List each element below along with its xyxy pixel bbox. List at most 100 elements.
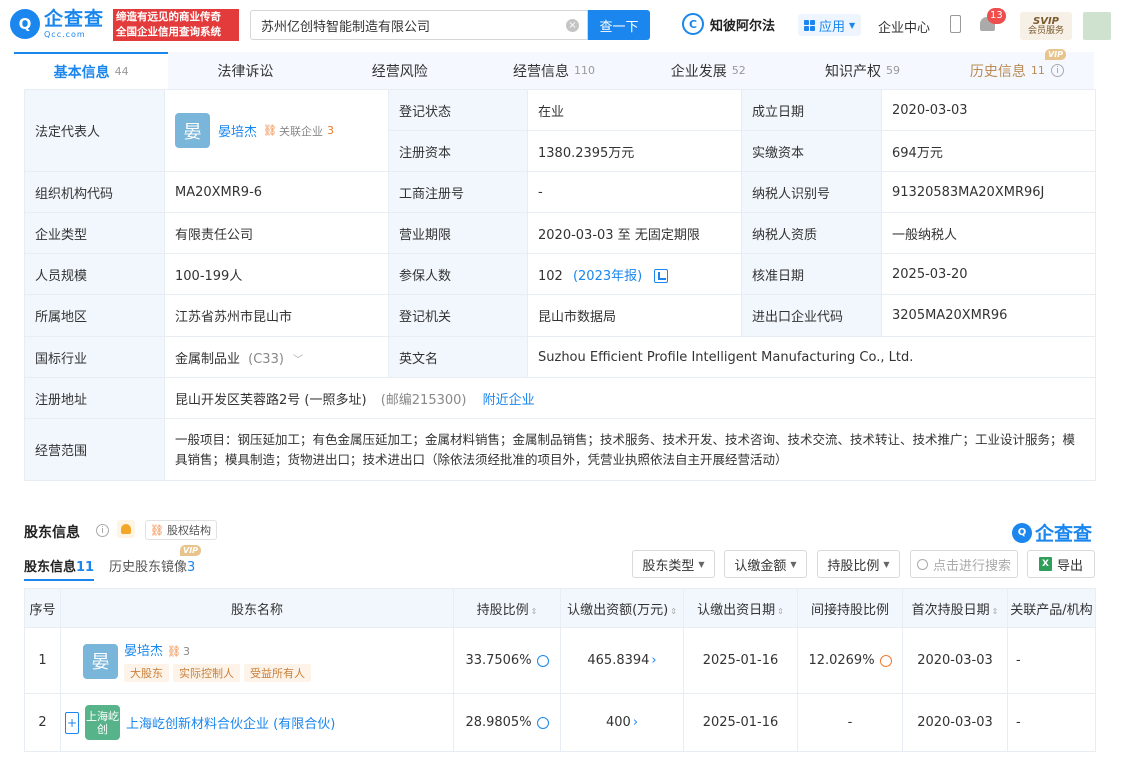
svip-button[interactable]: SVIP 会员服务	[1020, 12, 1072, 40]
shareholder-avatar[interactable]: 晏	[83, 643, 118, 679]
shareholder-name[interactable]: 上海屹创新材料合伙企业 (有限合伙)	[126, 717, 335, 732]
penetration-icon[interactable]	[879, 654, 892, 667]
col-subscribed[interactable]: 认缴出资额(万元) ⇕	[560, 588, 684, 628]
tab-label: 企业发展	[670, 63, 727, 80]
tab-label: 经营信息	[512, 63, 569, 80]
col-indirect: 间接持股比例	[797, 588, 903, 628]
tab-label: 历史信息	[969, 63, 1026, 80]
tab-count: 59	[886, 64, 901, 77]
shareholders-table: 序号 股东名称 持股比例 ⇕ 认缴出资额(万元) ⇕ 认缴出资日期 ⇕ 间接持股比例 …	[24, 588, 1096, 752]
info-icon[interactable]: i	[96, 524, 109, 537]
subscribed-cell[interactable]: 465.8394 ›	[560, 627, 684, 694]
search-icon	[917, 558, 928, 570]
import-export-value: 3205MA20XMR96	[881, 294, 1096, 337]
related-company-count[interactable]: 3	[183, 645, 190, 658]
filter-label: 认缴金额	[734, 558, 787, 574]
app-menu-button[interactable]: 应用 ▼	[798, 14, 862, 36]
related-company-label[interactable]: 关联企业	[279, 123, 323, 139]
first-date-value: 2020-03-03	[902, 693, 1008, 752]
reg-authority-label: 登记机关	[388, 294, 528, 337]
search-input[interactable]	[261, 11, 561, 39]
legal-rep-name[interactable]: 晏培杰	[218, 121, 257, 140]
subtab-history-shareholders[interactable]: 历史股东镜像3	[109, 556, 195, 575]
trend-chart-icon[interactable]	[654, 269, 669, 283]
nearby-companies-link[interactable]: 附近企业	[483, 393, 535, 408]
search-placeholder: 点击进行搜索	[933, 558, 1012, 574]
insured-cell: 102 (2023年报)	[527, 253, 742, 295]
qcc-logo[interactable]: Q 企查查 Qcc.com	[10, 9, 104, 39]
clear-icon[interactable]: ×	[566, 19, 579, 32]
user-avatar[interactable]	[1083, 12, 1111, 40]
sort-icon: ⇕	[777, 606, 784, 616]
related-company-icon: ⛓	[167, 644, 181, 658]
filter-subscribed-amount[interactable]: 认缴金额 ▼	[724, 550, 807, 578]
subtab-count: 11	[76, 560, 95, 575]
pie-chart-icon[interactable]	[536, 716, 549, 729]
export-button[interactable]: X 导出	[1027, 550, 1095, 578]
biz-reg-no-value: -	[527, 171, 742, 213]
tab-history[interactable]: VIP 历史信息 11 i	[940, 49, 1094, 89]
related-company-count[interactable]: 3	[327, 124, 334, 137]
legal-rep-cell: 晏 晏培杰 ⛓ 关联企业 3	[164, 89, 389, 172]
expand-plus-icon[interactable]: +	[65, 711, 79, 734]
paid-capital-label: 实缴资本	[741, 130, 882, 172]
col-date[interactable]: 认缴出资日期 ⇕	[683, 588, 798, 628]
scope-value: 一般项目：钢压延加工；有色金属压延加工；金属材料销售；金属制品销售；技术服务、技…	[164, 418, 1096, 481]
found-date-label: 成立日期	[741, 89, 882, 131]
filter-shareholder-type[interactable]: 股东类型 ▼	[632, 550, 715, 578]
equity-structure-button[interactable]: ⛓ 股权结构	[145, 520, 217, 540]
enterprise-center-link[interactable]: 企业中心	[878, 17, 930, 36]
table-row: 1 晏 晏培杰 ⛓ 3 大股东 实际控制人 受益所有人 33.7506% 465.8…	[24, 627, 1096, 694]
shareholder-name[interactable]: 晏培杰	[124, 644, 163, 659]
date-value: 2025-01-16	[683, 693, 798, 752]
tab-risk[interactable]: 经营风险	[323, 52, 477, 89]
alpha-icon: C	[682, 13, 704, 35]
col-first-date[interactable]: 首次持股日期 ⇕	[902, 588, 1008, 628]
ratio-cell: 28.9805%	[453, 693, 561, 752]
tab-basic-info[interactable]: 基本信息 44	[14, 52, 169, 89]
company-type-value: 有限责任公司	[164, 212, 389, 254]
qcc-watermark-logo: Q 企查查	[1012, 519, 1092, 546]
subtab-shareholders[interactable]: 股东信息11	[24, 556, 95, 581]
org-code-value: MA20XMR9-6	[164, 171, 389, 213]
phone-icon[interactable]	[950, 15, 961, 33]
caret-down-icon: ▼	[698, 559, 705, 569]
subscribed-value: 400	[605, 715, 631, 730]
col-product: 关联产品/机构	[1007, 588, 1096, 628]
tab-development[interactable]: 企业发展 52	[631, 52, 785, 89]
industry-cell[interactable]: 金属制品业 (C33) ﹀	[164, 336, 389, 378]
scope-label: 经营范围	[24, 418, 165, 481]
chevron-right-icon: ›	[651, 653, 657, 668]
ratio-value: 33.7506%	[465, 653, 532, 668]
filter-label: 持股比例	[827, 558, 880, 574]
insured-year-link[interactable]: (2023年报)	[573, 269, 642, 284]
shareholder-cell: + 上海屹创 上海屹创新材料合伙企业 (有限合伙)	[60, 693, 454, 752]
industry-value: 金属制品业	[175, 351, 241, 367]
col-label: 持股比例	[476, 602, 529, 618]
tab-label: 知识产权	[825, 63, 882, 80]
legal-rep-label: 法定代表人	[24, 89, 165, 172]
tab-operations[interactable]: 经营信息 110	[477, 52, 631, 89]
shareholder-search[interactable]: 点击进行搜索	[910, 550, 1018, 578]
biz-term-value: 2020-03-03 至 无固定期限	[527, 212, 742, 254]
org-code-label: 组织机构代码	[24, 171, 165, 213]
tab-label: 经营风险	[371, 63, 428, 80]
col-ratio[interactable]: 持股比例 ⇕	[453, 588, 561, 628]
notification-button[interactable]: 13	[978, 8, 1006, 35]
zbar-alpha-link[interactable]: C 知彼阿尔法	[682, 13, 775, 35]
chevron-down-icon[interactable]: ﹀	[293, 355, 303, 366]
tab-ip[interactable]: 知识产权 59	[785, 52, 939, 89]
filter-label: 股东类型	[642, 558, 695, 574]
subscribe-button[interactable]	[117, 520, 135, 538]
pie-chart-icon[interactable]	[536, 654, 549, 667]
paid-capital-value: 694万元	[881, 130, 1096, 172]
legal-rep-avatar[interactable]: 晏	[175, 113, 210, 148]
slogan-banner: 缔造有远见的商业传奇 全国企业信用查询系统	[113, 9, 239, 41]
shareholder-avatar[interactable]: 上海屹创	[85, 705, 120, 740]
reg-status-label: 登记状态	[388, 89, 528, 131]
search-button[interactable]: 查一下	[588, 10, 650, 40]
tab-legal[interactable]: 法律诉讼	[168, 52, 322, 89]
filter-holding-ratio[interactable]: 持股比例 ▼	[817, 550, 900, 578]
subscribed-cell[interactable]: 400 ›	[560, 693, 684, 752]
info-icon[interactable]: i	[1050, 64, 1064, 77]
